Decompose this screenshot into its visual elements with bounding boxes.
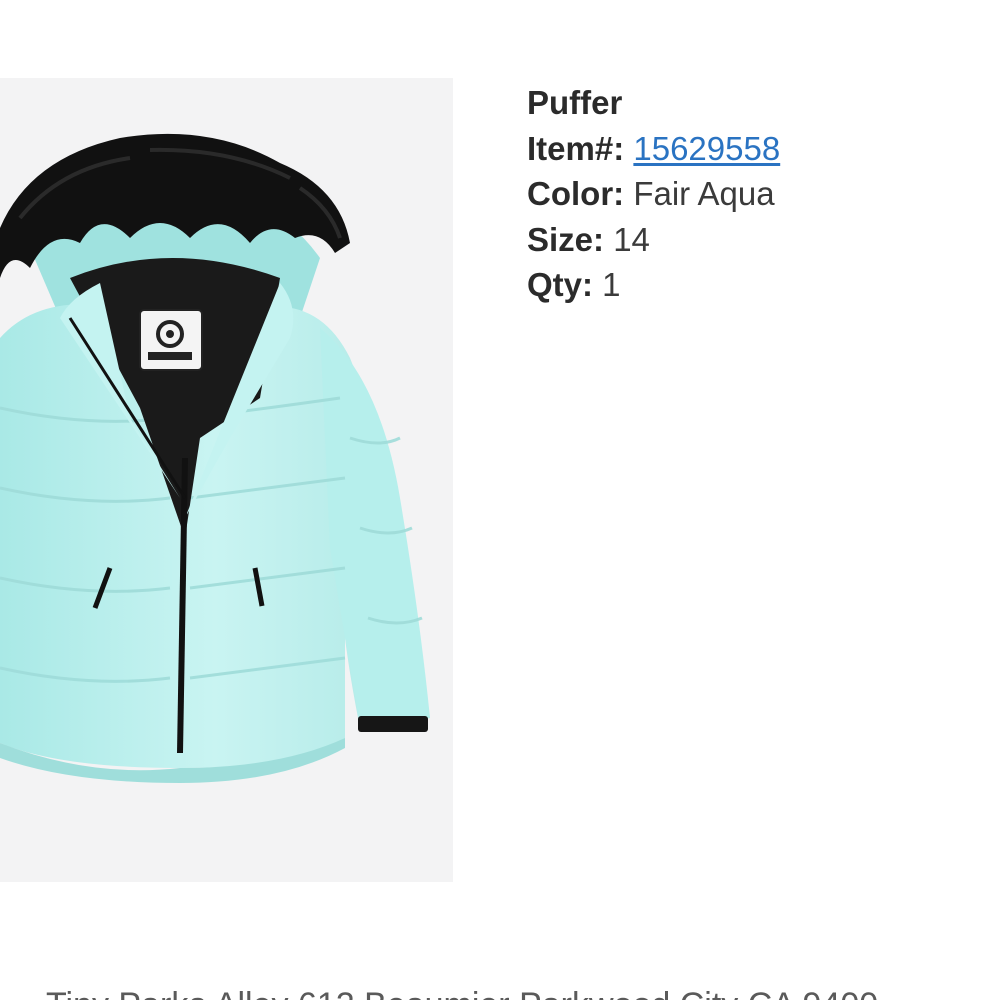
product-name: Puffer xyxy=(527,84,623,121)
size-label: Size: xyxy=(527,220,605,258)
size-line: Size: 14 xyxy=(527,217,987,263)
size-value: 14 xyxy=(613,220,650,258)
item-number-label: Item#: xyxy=(527,129,625,167)
color-value: Fair Aqua xyxy=(633,175,775,212)
footer-address: Tiny Parka Alley 612 Beaumier Parkwood C… xyxy=(46,985,878,1000)
puffer-jacket-image xyxy=(0,133,430,783)
item-details: Puffer Item#: 15629558 Color: Fair Aqua … xyxy=(527,80,987,308)
qty-label: Qty: xyxy=(527,266,593,303)
color-label: Color: xyxy=(527,175,625,212)
qty-value: 1 xyxy=(602,266,621,303)
product-name-line: Puffer xyxy=(527,80,987,126)
product-image[interactable] xyxy=(0,78,453,882)
item-number-link[interactable]: 15629558 xyxy=(633,130,780,167)
color-line: Color: Fair Aqua xyxy=(527,171,987,217)
order-item-page: Puffer Item#: 15629558 Color: Fair Aqua … xyxy=(0,0,1000,1000)
qty-line: Qty: 1 xyxy=(527,262,987,308)
item-number-line: Item#: 15629558 xyxy=(527,126,987,172)
